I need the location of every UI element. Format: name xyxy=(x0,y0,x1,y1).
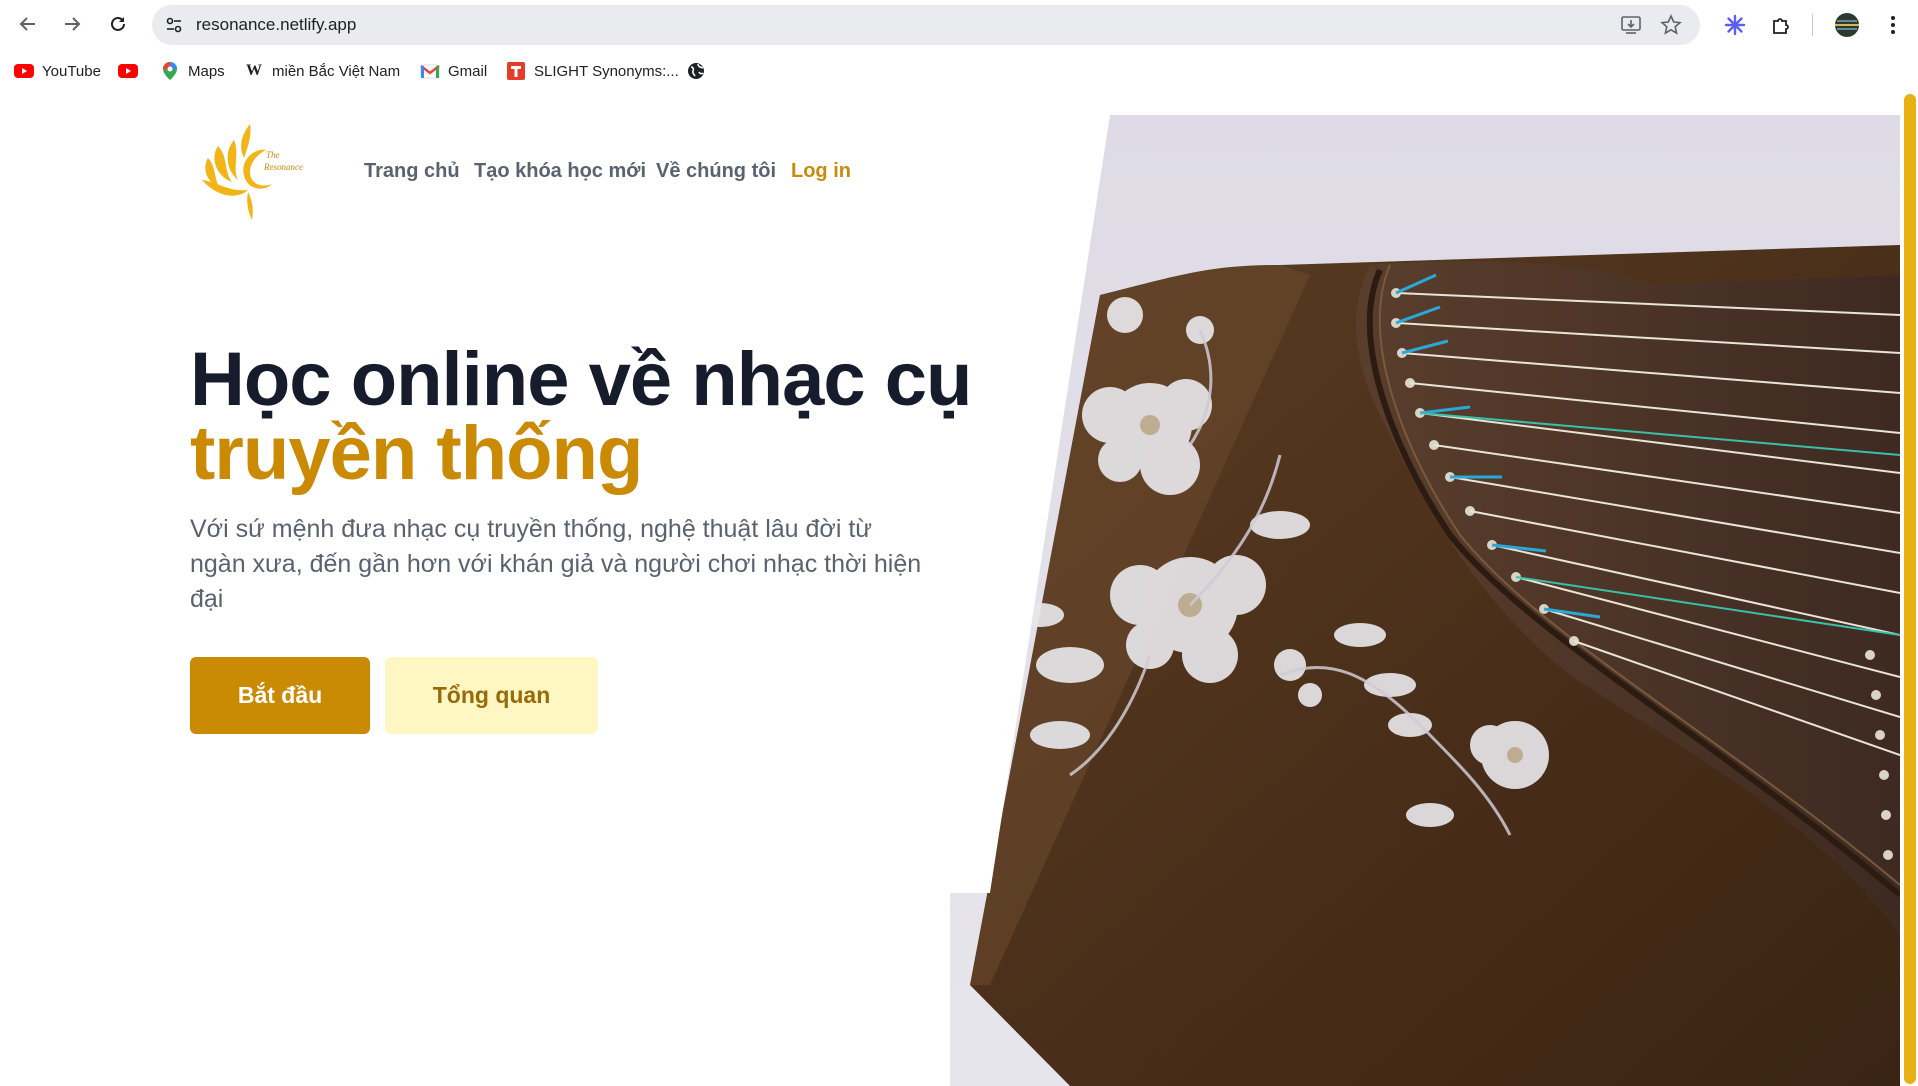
arrow-right-icon xyxy=(65,17,81,31)
bookmark-youtube[interactable]: YouTube xyxy=(14,60,101,82)
scrollbar-thumb[interactable] xyxy=(1904,94,1916,1084)
start-button[interactable]: Bắt đầu xyxy=(190,657,370,734)
bookmark-label: Maps xyxy=(188,62,225,80)
nav-home[interactable]: Trang chủ xyxy=(364,160,460,183)
bookmark-youtube-2[interactable] xyxy=(118,60,146,82)
extension-snowflake-icon[interactable] xyxy=(1722,12,1748,38)
reload-icon xyxy=(111,16,125,31)
bookmark-label: Gmail xyxy=(448,62,488,80)
bookmark-label: miền Bắc Việt Nam xyxy=(272,62,401,80)
nav-about[interactable]: Về chúng tôi xyxy=(656,160,776,183)
bookmark-gmail[interactable]: Gmail xyxy=(420,60,487,82)
overview-button[interactable]: Tổng quan xyxy=(385,657,598,734)
globe-icon xyxy=(686,63,706,79)
back-button[interactable] xyxy=(12,8,44,40)
bookmark-label: YouTube xyxy=(42,62,101,80)
hero-title-line2: truyền thống xyxy=(190,411,643,496)
bookmark-maps[interactable]: Maps xyxy=(160,60,225,82)
reload-button[interactable] xyxy=(102,8,134,40)
youtube-icon xyxy=(118,63,138,79)
browser-toolbar: resonance.netlify.app xyxy=(0,0,1918,50)
url-text[interactable]: resonance.netlify.app xyxy=(196,15,356,35)
address-bar[interactable]: resonance.netlify.app xyxy=(152,5,1700,45)
extensions-puzzle-icon[interactable] xyxy=(1768,12,1794,38)
nav-create-course[interactable]: Tạo khóa học mới xyxy=(474,160,646,183)
bookmarks-bar: YouTube Maps W miền Bắc Việt Nam Gmail S… xyxy=(0,50,1918,92)
svg-text:The: The xyxy=(266,150,280,160)
nav-login[interactable]: Log in xyxy=(791,160,851,183)
bookmark-wikipedia[interactable]: W miền Bắc Việt Nam xyxy=(244,60,400,82)
browser-menu-icon[interactable] xyxy=(1880,12,1906,38)
install-app-icon[interactable] xyxy=(1620,14,1642,36)
toolbar-divider xyxy=(1812,14,1813,36)
wikipedia-icon: W xyxy=(246,62,262,79)
hero-description: Với sứ mệnh đưa nhạc cụ truyền thống, ng… xyxy=(190,515,922,613)
profile-avatar[interactable] xyxy=(1834,12,1860,38)
the-resonance-logo[interactable]: The Resonance xyxy=(194,120,312,224)
bookmark-star-icon[interactable] xyxy=(1660,14,1682,36)
thesaurus-icon xyxy=(506,62,526,80)
site-settings-icon[interactable] xyxy=(164,15,184,35)
youtube-icon xyxy=(14,63,34,79)
bookmark-label: SLIGHT Synonyms:... xyxy=(534,62,679,80)
maps-pin-icon xyxy=(160,62,180,80)
bookmark-globe[interactable] xyxy=(686,60,714,82)
page-scrollbar[interactable] xyxy=(1900,92,1918,1086)
forward-button[interactable] xyxy=(56,8,88,40)
bookmark-thesaurus[interactable]: SLIGHT Synonyms:... xyxy=(506,60,679,82)
hero-zither-image xyxy=(950,115,1900,1086)
arrow-left-icon xyxy=(19,17,35,31)
gmail-icon xyxy=(420,63,440,79)
svg-text:Resonance: Resonance xyxy=(263,162,303,172)
